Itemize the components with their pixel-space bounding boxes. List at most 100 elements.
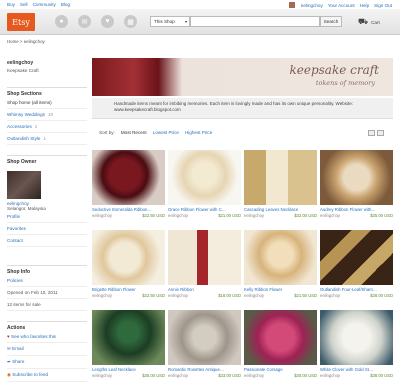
shop-owner-heading: Shop Owner <box>7 159 37 165</box>
listing-card[interactable]: Passionate Corsage eelingchoy $30.00 USD <box>244 310 317 386</box>
listing-card[interactable]: Cascading Leaves Necklace eelingchoy $32.0… <box>244 150 317 226</box>
listing-card[interactable]: Romantic Rosettes Antique… eelingchoy $33.… <box>168 310 241 386</box>
listing-card[interactable]: White Clover with Gold St… eelingchoy $38.… <box>320 310 393 386</box>
listing-title[interactable]: Kelly Ribbon Flower <box>244 287 317 292</box>
listing-title[interactable]: Seductive Esmeralda Ribbon… <box>92 207 165 212</box>
action-label: See who favorites this <box>11 334 56 339</box>
policies-link[interactable]: Policies <box>7 275 87 287</box>
listing-title[interactable]: Outlandish Four-Leaf/Sham… <box>320 287 393 292</box>
listing-card[interactable]: Annie Ribbon eelingchoy $18.00 USD <box>168 230 241 306</box>
listing-seller[interactable]: eelingchoy <box>168 373 188 378</box>
grid-view-icon[interactable] <box>368 130 375 136</box>
sort-highest-price[interactable]: Highest Price <box>185 130 212 135</box>
listing-seller[interactable]: eelingchoy <box>244 213 264 218</box>
listing-image[interactable] <box>244 230 317 285</box>
view-toggle <box>368 130 384 136</box>
listing-title[interactable]: Romantic Rosettes Antique… <box>168 367 241 372</box>
listing-card[interactable]: Lengths Leaf Necklace eelingchoy $35.00 US… <box>92 310 165 386</box>
opened-date: Opened on Feb 10, 2011 <box>7 287 87 299</box>
store-icon[interactable]: ▦ <box>124 15 137 28</box>
username-link[interactable]: eelingchoy <box>301 3 323 8</box>
section-whimsy-weddings[interactable]: Whimsy Weddings 10 <box>7 109 87 121</box>
listing-seller[interactable]: eelingchoy <box>92 373 112 378</box>
listing-card[interactable]: Seductive Esmeralda Ribbon… eelingchoy $22… <box>92 150 165 226</box>
listing-price: $33.00 USD <box>218 373 241 378</box>
listing-title[interactable]: Lengths Leaf Necklace <box>92 367 165 372</box>
breadcrumb: Home > eelingchoy <box>7 39 45 44</box>
listing-image[interactable] <box>320 150 393 205</box>
listing-title[interactable]: Annie Ribbon <box>168 287 241 292</box>
search-input[interactable] <box>190 16 320 27</box>
shop-name[interactable]: eelingchoy <box>7 60 87 66</box>
list-view-icon[interactable] <box>377 130 384 136</box>
sort-lowest-price[interactable]: Lowest Price <box>153 130 179 135</box>
listing-seller[interactable]: eelingchoy <box>168 293 188 298</box>
share-action[interactable]: ➦ Share <box>7 356 87 369</box>
action-label: Email <box>12 346 24 351</box>
listing-seller[interactable]: eelingchoy <box>92 213 112 218</box>
listing-image[interactable] <box>320 310 393 365</box>
listing-title[interactable]: White Clover with Gold St… <box>320 367 393 372</box>
listing-image[interactable] <box>244 150 317 205</box>
section-count: 1 <box>34 124 38 129</box>
listing-image[interactable] <box>244 310 317 365</box>
listing-price: $22.50 USD <box>142 293 165 298</box>
favorites-action[interactable]: ♥ See who favorites this <box>7 331 87 343</box>
section-outlandish-style[interactable]: Outlandish Style 1 <box>7 133 87 145</box>
listing-title[interactable]: Audrey Ribbon Flower with… <box>320 207 393 212</box>
listing-image[interactable] <box>92 310 165 365</box>
listing-card[interactable]: Grace Ribbon Flower with C… eelingchoy $21… <box>168 150 241 226</box>
sort-most-recent[interactable]: Most Recent <box>121 130 147 135</box>
search-scope-select[interactable]: This Shop <box>150 16 190 27</box>
cart-button[interactable]: ⛟ Cart <box>358 15 392 29</box>
mail-icon[interactable]: ✉ <box>78 15 91 28</box>
listing-image[interactable] <box>92 150 165 205</box>
listing-image[interactable] <box>168 310 241 365</box>
shop-description: Handmade items meant for imbibing memori… <box>92 98 393 119</box>
shop-banner: keepsake craft tokens of memory <box>92 58 393 96</box>
listing-title[interactable]: Cascading Leaves Necklace <box>244 207 317 212</box>
help-link[interactable]: Help <box>360 3 369 8</box>
listing-seller[interactable]: eelingchoy <box>320 293 340 298</box>
listing-seller[interactable]: eelingchoy <box>168 213 188 218</box>
listing-seller[interactable]: eelingchoy <box>92 293 112 298</box>
listing-card[interactable]: Outlandish Four-Leaf/Sham… eelingchoy $28.… <box>320 230 393 306</box>
etsy-logo[interactable]: Etsy <box>7 13 35 31</box>
owner-favorites-link[interactable]: Favorites <box>7 223 87 235</box>
heart-icon[interactable]: ♥ <box>101 15 114 28</box>
listing-image[interactable] <box>168 230 241 285</box>
listing-price: $21.50 USD <box>294 293 317 298</box>
listing-seller[interactable]: eelingchoy <box>244 293 264 298</box>
section-label: Outlandish Style <box>7 136 41 141</box>
listing-seller[interactable]: eelingchoy <box>320 373 340 378</box>
owner-avatar[interactable] <box>7 171 41 199</box>
listing-seller[interactable]: eelingchoy <box>320 213 340 218</box>
subscribe-action[interactable]: ◉ Subscribe to feed <box>7 369 87 382</box>
listing-title[interactable]: Grace Ribbon Flower with C… <box>168 207 241 212</box>
circles-icon[interactable]: ● <box>55 15 68 28</box>
your-account-link[interactable]: Your Account <box>328 3 355 8</box>
listing-image[interactable] <box>320 230 393 285</box>
owner-contact-link[interactable]: Contact <box>7 235 87 247</box>
listing-card[interactable]: Audrey Ribbon Flower with… eelingchoy $25.… <box>320 150 393 226</box>
listing-image[interactable] <box>168 150 241 205</box>
listing-seller[interactable]: eelingchoy <box>244 373 264 378</box>
listing-price: $21.00 USD <box>218 213 241 218</box>
sign-out-link[interactable]: Sign Out <box>374 3 392 8</box>
sort-bar: Sort by: Most Recent Lowest Price Highes… <box>99 130 212 135</box>
section-accessories[interactable]: Accessories 1 <box>7 121 87 133</box>
listing-title[interactable]: Brigette Ribbon Flower <box>92 287 165 292</box>
email-action[interactable]: ✉ Email <box>7 343 87 356</box>
listing-title[interactable]: Passionate Corsage <box>244 367 317 372</box>
shop-tagline: Keepsake Craft <box>7 68 39 73</box>
listing-card[interactable]: Kelly Ribbon Flower eelingchoy $21.50 USD <box>244 230 317 306</box>
owner-profile-link[interactable]: Profile <box>7 211 87 223</box>
user-avatar[interactable] <box>288 2 295 8</box>
section-count: 10 <box>47 112 54 117</box>
section-shop-home[interactable]: Shop home (all items) <box>7 97 87 109</box>
section-label: Accessories <box>7 124 32 129</box>
listing-card[interactable]: Brigette Ribbon Flower eelingchoy $22.50 U… <box>92 230 165 306</box>
search-button[interactable]: Search <box>320 16 342 27</box>
listing-price: $38.00 USD <box>370 373 393 378</box>
listing-image[interactable] <box>92 230 165 285</box>
